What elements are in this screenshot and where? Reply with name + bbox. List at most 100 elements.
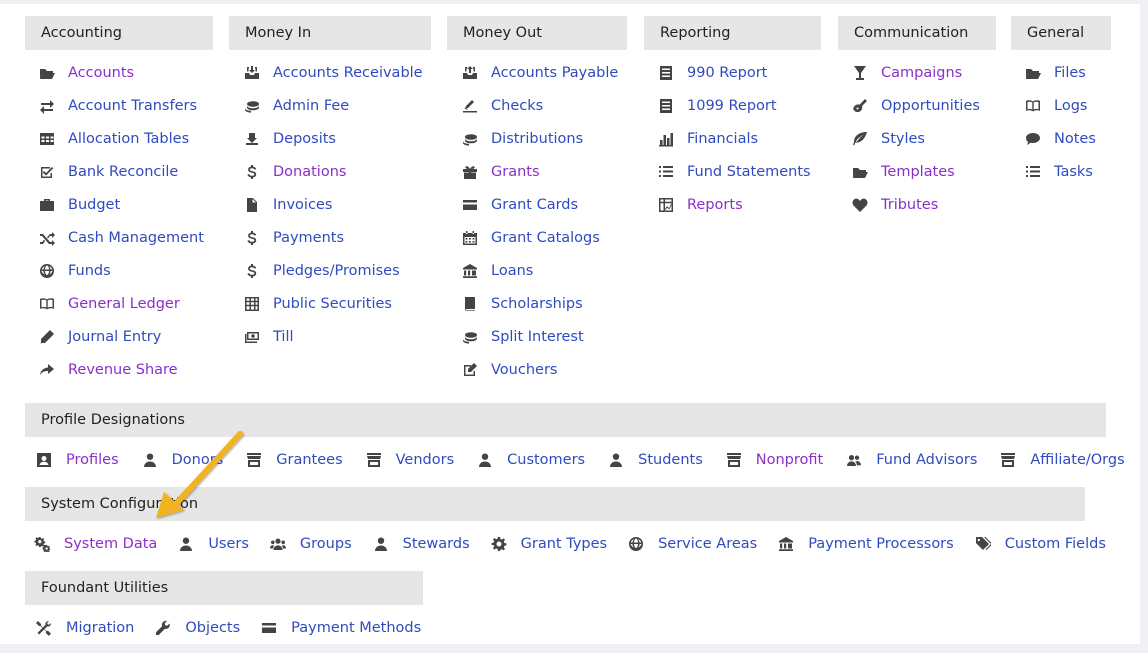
- menu-link-label[interactable]: Public Securities: [273, 296, 392, 312]
- menu-item-990-report[interactable]: 990 Report: [657, 56, 811, 89]
- menu-link-label[interactable]: Custom Fields: [1005, 536, 1106, 552]
- menu-item-funds[interactable]: Funds: [38, 254, 204, 287]
- menu-link-label[interactable]: Till: [273, 329, 294, 345]
- menu-item-grants[interactable]: Grants: [461, 155, 618, 188]
- menu-link-label[interactable]: Opportunities: [881, 98, 980, 114]
- menu-link-label[interactable]: 990 Report: [687, 65, 767, 81]
- menu-item-grant-types[interactable]: Grant Types: [490, 535, 607, 553]
- menu-link-label[interactable]: Campaigns: [881, 65, 962, 81]
- menu-item-1099-report[interactable]: 1099 Report: [657, 89, 811, 122]
- menu-item-deposits[interactable]: Deposits: [243, 122, 423, 155]
- menu-item-grantees[interactable]: Grantees: [245, 451, 343, 469]
- menu-item-custom-fields[interactable]: Custom Fields: [974, 535, 1106, 553]
- menu-link-label[interactable]: Groups: [300, 536, 352, 552]
- menu-item-scholarships[interactable]: Scholarships: [461, 287, 618, 320]
- menu-item-customers[interactable]: Customers: [476, 451, 585, 469]
- menu-link-label[interactable]: Donors: [172, 452, 224, 468]
- menu-link-label[interactable]: Distributions: [491, 131, 583, 147]
- menu-link-label[interactable]: Pledges/Promises: [273, 263, 400, 279]
- menu-link-label[interactable]: Students: [638, 452, 703, 468]
- menu-item-stewards[interactable]: Stewards: [372, 535, 470, 553]
- menu-item-tasks[interactable]: Tasks: [1024, 155, 1096, 188]
- menu-link-label[interactable]: Grant Cards: [491, 197, 578, 213]
- menu-item-profiles[interactable]: Profiles: [35, 451, 119, 469]
- menu-link-label[interactable]: Grant Catalogs: [491, 230, 600, 246]
- menu-item-public-securities[interactable]: Public Securities: [243, 287, 423, 320]
- menu-link-label[interactable]: Fund Advisors: [876, 452, 977, 468]
- menu-link-label[interactable]: Cash Management: [68, 230, 204, 246]
- menu-item-vouchers[interactable]: Vouchers: [461, 353, 618, 386]
- menu-item-journal-entry[interactable]: Journal Entry: [38, 320, 204, 353]
- menu-link-label[interactable]: Vendors: [396, 452, 455, 468]
- menu-link-label[interactable]: Split Interest: [491, 329, 584, 345]
- menu-link-label[interactable]: Grant Types: [521, 536, 607, 552]
- menu-link-label[interactable]: Objects: [185, 620, 240, 636]
- menu-item-admin-fee[interactable]: Admin Fee: [243, 89, 423, 122]
- menu-item-payment-processors[interactable]: Payment Processors: [777, 535, 954, 553]
- menu-item-reports[interactable]: Reports: [657, 188, 811, 221]
- menu-link-label[interactable]: General Ledger: [68, 296, 180, 312]
- menu-item-grant-cards[interactable]: Grant Cards: [461, 188, 618, 221]
- menu-item-notes[interactable]: Notes: [1024, 122, 1096, 155]
- menu-item-accounts-payable[interactable]: Accounts Payable: [461, 56, 618, 89]
- menu-link-label[interactable]: Donations: [273, 164, 346, 180]
- menu-link-label[interactable]: Accounts: [68, 65, 134, 81]
- menu-link-label[interactable]: Service Areas: [658, 536, 757, 552]
- menu-link-label[interactable]: Affiliate/Orgs: [1030, 452, 1124, 468]
- menu-item-donors[interactable]: Donors: [141, 451, 224, 469]
- menu-item-tributes[interactable]: Tributes: [851, 188, 980, 221]
- menu-link-label[interactable]: Fund Statements: [687, 164, 811, 180]
- menu-item-split-interest[interactable]: Split Interest: [461, 320, 618, 353]
- menu-link-label[interactable]: Profiles: [66, 452, 119, 468]
- menu-item-logs[interactable]: Logs: [1024, 89, 1096, 122]
- menu-link-label[interactable]: Payment Methods: [291, 620, 421, 636]
- menu-link-label[interactable]: Users: [208, 536, 249, 552]
- menu-link-label[interactable]: Templates: [881, 164, 955, 180]
- menu-item-cash-management[interactable]: Cash Management: [38, 221, 204, 254]
- menu-item-fund-advisors[interactable]: Fund Advisors: [845, 451, 977, 469]
- menu-item-accounts[interactable]: Accounts: [38, 56, 204, 89]
- menu-link-label[interactable]: Migration: [66, 620, 134, 636]
- menu-item-affiliate-orgs[interactable]: Affiliate/Orgs: [999, 451, 1125, 469]
- menu-item-grant-catalogs[interactable]: Grant Catalogs: [461, 221, 618, 254]
- menu-item-bank-reconcile[interactable]: Bank Reconcile: [38, 155, 204, 188]
- menu-item-till[interactable]: Till: [243, 320, 423, 353]
- menu-link-label[interactable]: Budget: [68, 197, 120, 213]
- menu-item-revenue-share[interactable]: Revenue Share: [38, 353, 204, 386]
- menu-item-vendors[interactable]: Vendors: [365, 451, 455, 469]
- menu-item-objects[interactable]: Objects: [154, 619, 240, 637]
- menu-link-label[interactable]: Logs: [1054, 98, 1087, 114]
- menu-link-label[interactable]: 1099 Report: [687, 98, 777, 114]
- menu-link-label[interactable]: Deposits: [273, 131, 336, 147]
- menu-item-loans[interactable]: Loans: [461, 254, 618, 287]
- menu-item-opportunities[interactable]: Opportunities: [851, 89, 980, 122]
- menu-item-pledges-promises[interactable]: Pledges/Promises: [243, 254, 423, 287]
- menu-item-checks[interactable]: Checks: [461, 89, 618, 122]
- menu-link-label[interactable]: Allocation Tables: [68, 131, 189, 147]
- menu-link-label[interactable]: Files: [1054, 65, 1086, 81]
- menu-link-label[interactable]: Tasks: [1054, 164, 1093, 180]
- menu-link-label[interactable]: Nonprofit: [756, 452, 823, 468]
- menu-link-label[interactable]: Admin Fee: [273, 98, 349, 114]
- menu-link-label[interactable]: Invoices: [273, 197, 332, 213]
- menu-item-financials[interactable]: Financials: [657, 122, 811, 155]
- menu-item-campaigns[interactable]: Campaigns: [851, 56, 980, 89]
- menu-link-label[interactable]: Notes: [1054, 131, 1096, 147]
- menu-link-label[interactable]: Financials: [687, 131, 758, 147]
- menu-item-service-areas[interactable]: Service Areas: [627, 535, 757, 553]
- menu-item-nonprofit[interactable]: Nonprofit: [725, 451, 823, 469]
- menu-link-label[interactable]: System Data: [64, 536, 157, 552]
- menu-item-account-transfers[interactable]: Account Transfers: [38, 89, 204, 122]
- menu-item-fund-statements[interactable]: Fund Statements: [657, 155, 811, 188]
- menu-item-budget[interactable]: Budget: [38, 188, 204, 221]
- menu-item-students[interactable]: Students: [607, 451, 703, 469]
- menu-link-label[interactable]: Tributes: [881, 197, 938, 213]
- menu-link-label[interactable]: Accounts Payable: [491, 65, 618, 81]
- menu-item-system-data[interactable]: System Data: [33, 535, 157, 553]
- menu-item-templates[interactable]: Templates: [851, 155, 980, 188]
- menu-item-invoices[interactable]: Invoices: [243, 188, 423, 221]
- menu-item-allocation-tables[interactable]: Allocation Tables: [38, 122, 204, 155]
- menu-link-label[interactable]: Account Transfers: [68, 98, 197, 114]
- menu-link-label[interactable]: Reports: [687, 197, 743, 213]
- menu-link-label[interactable]: Checks: [491, 98, 543, 114]
